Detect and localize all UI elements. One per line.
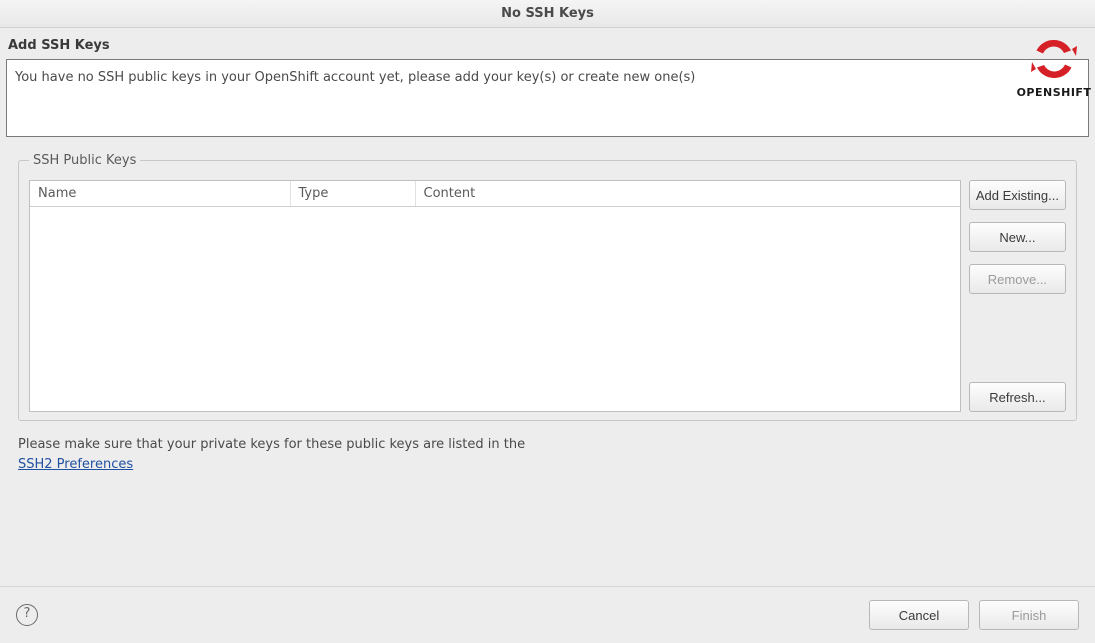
new-button[interactable]: New...: [969, 222, 1066, 252]
column-header-content[interactable]: Content: [415, 181, 960, 207]
refresh-button[interactable]: Refresh...: [969, 382, 1066, 412]
page-title: Add SSH Keys: [8, 38, 1089, 53]
openshift-logo-icon: [1026, 34, 1082, 84]
window-title: No SSH Keys: [501, 6, 594, 21]
wizard-header: Add SSH Keys You have no SSH public keys…: [0, 28, 1095, 137]
content-area: SSH Public Keys Name Type Content: [0, 137, 1095, 475]
ssh-public-keys-legend: SSH Public Keys: [29, 153, 140, 168]
wizard-footer: ? Cancel Finish: [0, 586, 1095, 643]
ssh2-preferences-link[interactable]: SSH2 Preferences: [18, 457, 133, 472]
remove-button: Remove...: [969, 264, 1066, 294]
openshift-logo: OPENSHIFT: [1015, 34, 1093, 99]
column-header-type[interactable]: Type: [290, 181, 415, 207]
help-icon[interactable]: ?: [16, 604, 38, 626]
page-description: You have no SSH public keys in your Open…: [6, 59, 1089, 137]
openshift-logo-label: OPENSHIFT: [1015, 86, 1093, 99]
window-titlebar: No SSH Keys: [0, 0, 1095, 28]
column-header-name[interactable]: Name: [30, 181, 290, 207]
private-keys-hint-text: Please make sure that your private keys …: [18, 437, 525, 452]
finish-button: Finish: [979, 600, 1079, 630]
private-keys-hint: Please make sure that your private keys …: [18, 435, 1077, 475]
ssh-keys-table[interactable]: Name Type Content: [29, 180, 961, 412]
cancel-button[interactable]: Cancel: [869, 600, 969, 630]
side-button-bar: Add Existing... New... Remove... Refresh…: [969, 180, 1066, 412]
ssh-public-keys-group: SSH Public Keys Name Type Content: [18, 153, 1077, 421]
add-existing-button[interactable]: Add Existing...: [969, 180, 1066, 210]
